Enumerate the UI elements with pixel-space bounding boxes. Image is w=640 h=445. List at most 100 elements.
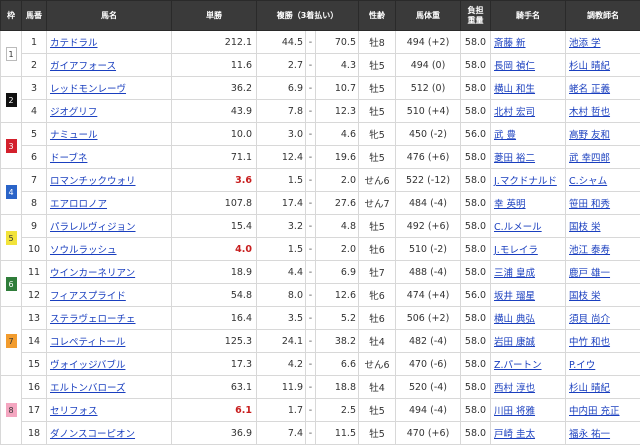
trainer-name-link[interactable]: 蛯名 正義 (569, 84, 610, 95)
burden-weight: 58.0 (465, 60, 486, 71)
horse-name-link[interactable]: エアロロノア (50, 199, 107, 210)
jockey-name-link[interactable]: C.ルメール (494, 222, 542, 233)
horse-weight-cell: 470 (-6) (396, 353, 461, 376)
place-odds-separator: - (309, 359, 312, 370)
horse-name-link[interactable]: ソウルラッシュ (50, 245, 117, 256)
trainer-name-link[interactable]: 武 幸四郎 (569, 153, 610, 164)
jockey-name-link[interactable]: 横山 典弘 (494, 314, 535, 325)
trainer-name-link[interactable]: 国枝 栄 (569, 291, 601, 302)
header-horse-no: 馬番 (22, 1, 47, 31)
trainer-name-link[interactable]: 福永 祐一 (569, 429, 610, 440)
place-odds-low-cell: 1.7 (257, 399, 306, 422)
jockey-name-link[interactable]: 三浦 皇成 (494, 268, 535, 279)
jockey-name-link[interactable]: 岩田 康誠 (494, 337, 535, 348)
horse-name-link[interactable]: ヴォイッジバブル (50, 360, 125, 371)
jockey-name-link[interactable]: 幸 英明 (494, 199, 526, 210)
trainer-name-link[interactable]: 池江 泰寿 (569, 245, 610, 256)
horse-name-link[interactable]: ジオグリフ (50, 107, 97, 118)
trainer-name-link[interactable]: 笹田 和秀 (569, 199, 610, 210)
win-odds: 3.6 (235, 175, 252, 186)
horse-no: 18 (28, 428, 40, 439)
burden-weight: 58.0 (465, 244, 486, 255)
sex-age-cell: 牡5 (359, 100, 396, 123)
jockey-name-link[interactable]: 坂井 瑠星 (494, 291, 535, 302)
jockey-name-link[interactable]: 長岡 禎仁 (494, 61, 535, 72)
trainer-name-link[interactable]: 中竹 和也 (569, 337, 610, 348)
table-row: 611ウインカーネリアン18.94.4-6.9牡7488 (-4)58.0三浦 … (1, 261, 640, 284)
trainer-name-link[interactable]: 国枝 栄 (569, 222, 601, 233)
place-odds-low-cell: 3.2 (257, 215, 306, 238)
horse-weight-cell: 474 (+4) (396, 284, 461, 307)
horse-name-link[interactable]: エルトンバローズ (50, 383, 126, 394)
horse-name-link[interactable]: ドーブネ (50, 153, 87, 164)
trainer-name-link[interactable]: 杉山 晴紀 (569, 383, 610, 394)
horse-name-link[interactable]: レッドモンレーヴ (50, 84, 126, 95)
jockey-name-link[interactable]: 横山 和生 (494, 84, 535, 95)
jockey-name-link[interactable]: 西村 淳也 (494, 383, 535, 394)
trainer-name-link[interactable]: 鹿戸 雄一 (569, 268, 610, 279)
jockey-name-link[interactable]: 菱田 裕二 (494, 153, 535, 164)
place-odds-low: 4.2 (288, 359, 303, 370)
jockey-name-cell: 三浦 皇成 (491, 261, 566, 284)
jockey-name-cell: 長岡 禎仁 (491, 54, 566, 77)
horse-name-link[interactable]: コレペティトール (50, 337, 125, 348)
horse-name-link[interactable]: ロマンチックウォリ (50, 176, 136, 187)
place-odds-low: 3.2 (288, 221, 303, 232)
horse-name-link[interactable]: ウインカーネリアン (50, 268, 135, 279)
trainer-name-cell: 須貝 尚介 (566, 307, 640, 330)
horse-weight-cell: 494 (-4) (396, 399, 461, 422)
jockey-name-link[interactable]: J.マクドナルド (494, 176, 557, 187)
frame-badge: 8 (6, 403, 17, 417)
trainer-name-link[interactable]: 杉山 晴紀 (569, 61, 610, 72)
place-odds-low: 7.4 (288, 428, 303, 439)
burden-weight: 58.0 (465, 106, 486, 117)
horse-weight-cell: 470 (+6) (396, 422, 461, 445)
jockey-name-link[interactable]: 北村 宏司 (494, 107, 535, 118)
place-odds-high: 38.2 (335, 336, 356, 347)
jockey-name-link[interactable]: 川田 将雅 (494, 406, 535, 417)
horse-name-link[interactable]: ステラヴェローチェ (50, 314, 136, 325)
trainer-name-link[interactable]: C.シャム (569, 176, 607, 187)
horse-weight: 474 (+4) (407, 290, 450, 301)
horse-name-link[interactable]: ナミュール (50, 130, 98, 141)
horse-name-link[interactable]: セリフォス (50, 406, 98, 417)
horse-name-cell: セリフォス (47, 399, 172, 422)
place-odds-low: 12.4 (282, 152, 303, 163)
place-odds-high: 12.3 (335, 106, 356, 117)
horse-name-link[interactable]: ガイアフォース (50, 61, 116, 72)
trainer-name-link[interactable]: 中内田 充正 (569, 406, 620, 417)
place-odds-high-cell: 27.6 (316, 192, 359, 215)
place-odds-high: 19.6 (335, 152, 356, 163)
horse-name-link[interactable]: カテドラル (50, 38, 98, 49)
jockey-name-link[interactable]: 武 豊 (494, 130, 516, 141)
place-odds-high: 11.5 (335, 428, 356, 439)
trainer-name-link[interactable]: P.イウ (569, 360, 595, 371)
place-odds-separator-cell: - (306, 77, 316, 100)
frame-cell: 2 (1, 77, 22, 123)
table-row: 14コレペティトール125.324.1-38.2牡4482 (-4)58.0岩田… (1, 330, 640, 353)
horse-no-cell: 18 (22, 422, 47, 445)
jockey-name-cell: 菱田 裕二 (491, 146, 566, 169)
trainer-name-link[interactable]: 池添 学 (569, 38, 601, 49)
jockey-name-link[interactable]: 斎藤 新 (494, 38, 526, 49)
jockey-name-link[interactable]: Z.パートン (494, 360, 542, 371)
horse-no-cell: 15 (22, 353, 47, 376)
horse-name-link[interactable]: ダノンスコーピオン (50, 429, 135, 440)
sex-age-cell: せん6 (359, 169, 396, 192)
place-odds-high-cell: 6.9 (316, 261, 359, 284)
frame-badge: 2 (6, 93, 17, 107)
place-odds-high: 4.8 (341, 221, 356, 232)
horse-name-link[interactable]: フィアスプライド (50, 291, 126, 302)
burden-weight: 58.0 (465, 221, 486, 232)
table-row: 35ナミュール10.03.0-4.6牝5450 (-2)56.0武 豊高野 友和 (1, 123, 640, 146)
burden-weight-cell: 58.0 (461, 422, 491, 445)
jockey-name-link[interactable]: 戸崎 圭太 (494, 429, 535, 440)
trainer-name-link[interactable]: 須貝 尚介 (569, 314, 610, 325)
horse-name-cell: ステラヴェローチェ (47, 307, 172, 330)
jockey-name-link[interactable]: J.モレイラ (494, 245, 538, 256)
trainer-name-link[interactable]: 木村 哲也 (569, 107, 610, 118)
burden-weight-cell: 58.0 (461, 238, 491, 261)
trainer-name-link[interactable]: 高野 友和 (569, 130, 610, 141)
horse-name-link[interactable]: パラレルヴィジョン (50, 222, 136, 233)
place-odds-high-cell: 5.2 (316, 307, 359, 330)
